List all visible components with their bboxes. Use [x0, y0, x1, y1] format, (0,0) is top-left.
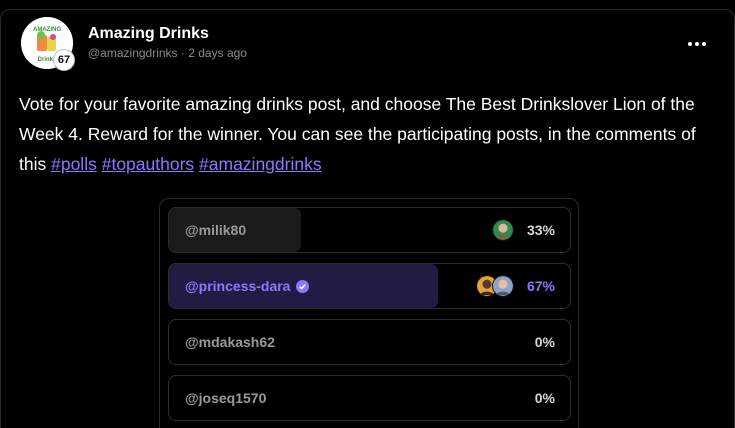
poll-option-label: @milik80 [185, 222, 246, 238]
poll-option-percent: 0% [534, 334, 555, 350]
poll-option[interactable]: @mdakash62 0% [168, 319, 571, 365]
more-dots-icon[interactable] [688, 36, 712, 52]
poll-option[interactable]: @princess-dara 67% [168, 263, 571, 309]
author-handle[interactable]: @amazingdrinks [88, 46, 178, 60]
svg-text:AMAZING: AMAZING [33, 27, 61, 33]
poll-option-percent: 67% [526, 278, 555, 294]
author-name[interactable]: Amazing Drinks [88, 25, 209, 43]
poll-option-percent: 0% [534, 390, 555, 406]
menu-dot [695, 42, 699, 46]
verified-check-icon [296, 279, 310, 293]
voter-avatar-icon [492, 219, 514, 241]
poll-option-label: @princess-dara [185, 278, 310, 294]
level-badge: 67 [53, 49, 75, 71]
poll-option-name: @milik80 [185, 222, 247, 238]
voter-avatars [492, 219, 514, 241]
poll: @milik80 33% @princess-dara 67% @mdakash… [159, 198, 579, 428]
post-meta: @amazingdrinks · 2 days ago [88, 46, 247, 60]
hashtag-link[interactable]: #polls [51, 154, 97, 174]
poll-option-name: @princess-dara [185, 278, 291, 294]
post-page: AMAZING Drinks 67 Amazing Drinks @amazin… [0, 0, 735, 428]
poll-option-name: @mdakash62 [185, 334, 275, 350]
poll-option-label: @joseq1570 [185, 390, 266, 406]
voter-avatars [476, 275, 514, 297]
hashtag-link[interactable]: #topauthors [102, 154, 194, 174]
menu-dot [702, 42, 706, 46]
author-avatar-wrap[interactable]: AMAZING Drinks 67 [21, 17, 75, 71]
poll-option-percent: 33% [526, 222, 555, 238]
meta-separator: · [180, 46, 185, 60]
post-time[interactable]: 2 days ago [188, 46, 247, 60]
voter-avatar-icon [492, 275, 514, 297]
hashtag-link[interactable]: #amazingdrinks [199, 154, 322, 174]
poll-option-label: @mdakash62 [185, 334, 275, 350]
poll-option-name: @joseq1570 [185, 390, 267, 406]
menu-dot [688, 42, 692, 46]
post-body: Vote for your favorite amazing drinks po… [19, 89, 719, 179]
poll-option[interactable]: @joseq1570 0% [168, 375, 571, 421]
poll-option[interactable]: @milik80 33% [168, 207, 571, 253]
